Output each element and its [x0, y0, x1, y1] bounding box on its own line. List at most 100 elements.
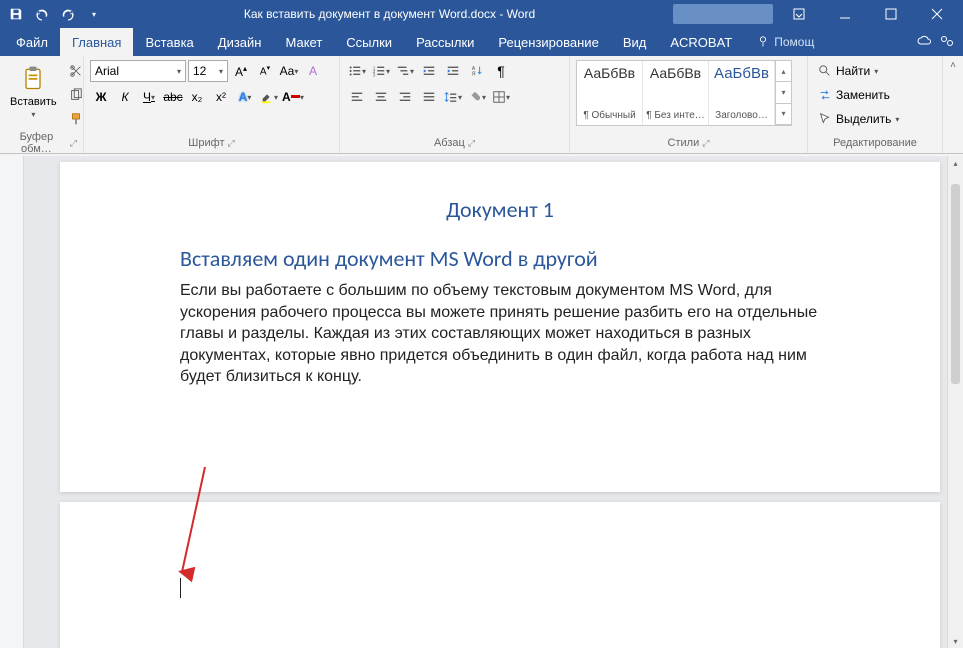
- multilevel-list-button[interactable]: ▾: [394, 60, 416, 82]
- ribbon-tabs: Файл Главная Вставка Дизайн Макет Ссылки…: [0, 28, 963, 56]
- font-name-select[interactable]: Arial▾: [90, 60, 186, 82]
- tab-acrobat[interactable]: ACROBAT: [658, 28, 744, 56]
- tab-review[interactable]: Рецензирование: [486, 28, 610, 56]
- tell-me-label: Помощ: [774, 35, 814, 49]
- customize-qa-button[interactable]: ▾: [82, 2, 106, 26]
- bullets-button[interactable]: ▾: [346, 60, 368, 82]
- text-effects-button[interactable]: A▾: [234, 86, 256, 108]
- underline-button[interactable]: Ч▾: [138, 86, 160, 108]
- borders-button[interactable]: ▾: [490, 86, 512, 108]
- quick-access-toolbar: ▾: [4, 2, 106, 26]
- font-size-select[interactable]: 12▾: [188, 60, 228, 82]
- subscript-button[interactable]: x₂: [186, 86, 208, 108]
- align-center-button[interactable]: [370, 86, 392, 108]
- vertical-scrollbar[interactable]: ▴ ▾: [947, 156, 963, 648]
- ribbon: Вставить ▾ Буфер обм…⤢ Arial▾ 12▾ A▴ A▾ …: [0, 56, 963, 154]
- show-marks-button[interactable]: ¶: [490, 60, 512, 82]
- style-normal[interactable]: АаБбВв ¶ Обычный: [577, 61, 643, 125]
- grow-font-button[interactable]: A▴: [230, 60, 252, 82]
- group-editing: Найти▾ Заменить Выделить▾ Редактирование: [808, 56, 943, 153]
- style-preview: АаБбВв: [714, 65, 769, 82]
- style-heading1[interactable]: АаБбВв Заголово…: [709, 61, 775, 125]
- replace-button[interactable]: Заменить: [814, 84, 903, 106]
- clipboard-group-label: Буфер обм…: [6, 131, 67, 155]
- font-launcher[interactable]: ⤢: [228, 138, 235, 149]
- clear-formatting-button[interactable]: A: [302, 60, 324, 82]
- document-scroll-area[interactable]: Документ 1 Вставляем один документ MS Wo…: [24, 156, 947, 648]
- vertical-ruler[interactable]: [0, 156, 24, 648]
- cloud-icon[interactable]: [917, 33, 933, 52]
- clipboard-launcher[interactable]: ⤢: [70, 138, 77, 149]
- line-spacing-button[interactable]: ▾: [442, 86, 464, 108]
- scroll-up-button[interactable]: ▴: [948, 156, 963, 170]
- collapse-ribbon-button[interactable]: ˄: [950, 60, 956, 71]
- svg-text:3: 3: [373, 72, 376, 77]
- tab-home[interactable]: Главная: [60, 28, 133, 56]
- numbering-button[interactable]: 123▾: [370, 60, 392, 82]
- document-page-2[interactable]: [60, 502, 940, 648]
- shading-button[interactable]: ▾: [466, 86, 488, 108]
- italic-button[interactable]: К: [114, 86, 136, 108]
- align-right-button[interactable]: [394, 86, 416, 108]
- save-button[interactable]: [4, 2, 28, 26]
- decrease-indent-button[interactable]: [418, 60, 440, 82]
- highlight-button[interactable]: ▾: [258, 86, 280, 108]
- tab-layout[interactable]: Макет: [273, 28, 334, 56]
- scroll-down-button[interactable]: ▾: [948, 634, 963, 648]
- change-case-button[interactable]: Aa▾: [278, 60, 300, 82]
- strikethrough-button[interactable]: abc: [162, 86, 184, 108]
- share-icon[interactable]: [939, 33, 955, 52]
- bold-button[interactable]: Ж: [90, 86, 112, 108]
- cursor-icon: [818, 112, 832, 126]
- tab-file[interactable]: Файл: [4, 28, 60, 56]
- tab-references[interactable]: Ссылки: [334, 28, 404, 56]
- chevron-down-icon: ▾: [31, 110, 35, 119]
- maximize-button[interactable]: [869, 0, 913, 28]
- redo-button[interactable]: [56, 2, 80, 26]
- find-button[interactable]: Найти▾: [814, 60, 903, 82]
- document-page-1[interactable]: Документ 1 Вставляем один документ MS Wo…: [60, 162, 940, 492]
- shrink-font-button[interactable]: A▾: [254, 60, 276, 82]
- sort-button[interactable]: AЯ: [466, 60, 488, 82]
- paragraph-group-label: Абзац: [434, 137, 465, 149]
- group-styles: АаБбВв ¶ Обычный АаБбВв ¶ Без инте… АаБб…: [570, 56, 808, 153]
- tab-mailings[interactable]: Рассылки: [404, 28, 486, 56]
- doc-body-paragraph[interactable]: Если вы работаете с большим по объему те…: [180, 280, 820, 388]
- gallery-down-button[interactable]: ▾: [776, 82, 791, 103]
- gallery-more-button[interactable]: ▾: [776, 104, 791, 125]
- share-buttons: [917, 28, 963, 56]
- align-left-button[interactable]: [346, 86, 368, 108]
- justify-button[interactable]: [418, 86, 440, 108]
- group-clipboard: Вставить ▾ Буфер обм…⤢: [0, 56, 84, 153]
- ribbon-options-button[interactable]: [777, 0, 821, 28]
- styles-gallery: АаБбВв ¶ Обычный АаБбВв ¶ Без инте… АаБб…: [576, 60, 792, 126]
- tell-me-input[interactable]: Помощ: [744, 28, 826, 56]
- scrollbar-thumb[interactable]: [951, 184, 960, 384]
- paste-button[interactable]: Вставить ▾: [6, 60, 61, 121]
- window-title: Как вставить документ в документ Word.do…: [106, 7, 673, 21]
- style-no-spacing[interactable]: АаБбВв ¶ Без инте…: [643, 61, 709, 125]
- titlebar: ▾ Как вставить документ в документ Word.…: [0, 0, 963, 28]
- tab-design[interactable]: Дизайн: [206, 28, 274, 56]
- font-color-button[interactable]: A▾: [282, 86, 304, 108]
- style-preview: АаБбВв: [584, 65, 635, 81]
- paragraph-launcher[interactable]: ⤢: [468, 138, 475, 149]
- tab-insert[interactable]: Вставка: [133, 28, 205, 56]
- font-group-label: Шрифт: [188, 137, 224, 149]
- minimize-button[interactable]: [823, 0, 867, 28]
- tab-view[interactable]: Вид: [611, 28, 659, 56]
- doc-heading[interactable]: Вставляем один документ MS Word в другой: [180, 245, 820, 272]
- svg-text:Я: Я: [472, 71, 476, 77]
- close-button[interactable]: [915, 0, 959, 28]
- style-preview: АаБбВв: [650, 65, 701, 81]
- superscript-button[interactable]: x²: [210, 86, 232, 108]
- document-workspace: Документ 1 Вставляем один документ MS Wo…: [0, 156, 963, 648]
- replace-icon: [818, 88, 832, 102]
- undo-button[interactable]: [30, 2, 54, 26]
- select-button[interactable]: Выделить▾: [814, 108, 903, 130]
- gallery-up-button[interactable]: ▴: [776, 61, 791, 82]
- increase-indent-button[interactable]: [442, 60, 464, 82]
- styles-launcher[interactable]: ⤢: [702, 138, 709, 149]
- doc-title[interactable]: Документ 1: [180, 196, 820, 223]
- group-font: Arial▾ 12▾ A▴ A▾ Aa▾ A Ж К Ч▾ abc x₂ x² …: [84, 56, 340, 153]
